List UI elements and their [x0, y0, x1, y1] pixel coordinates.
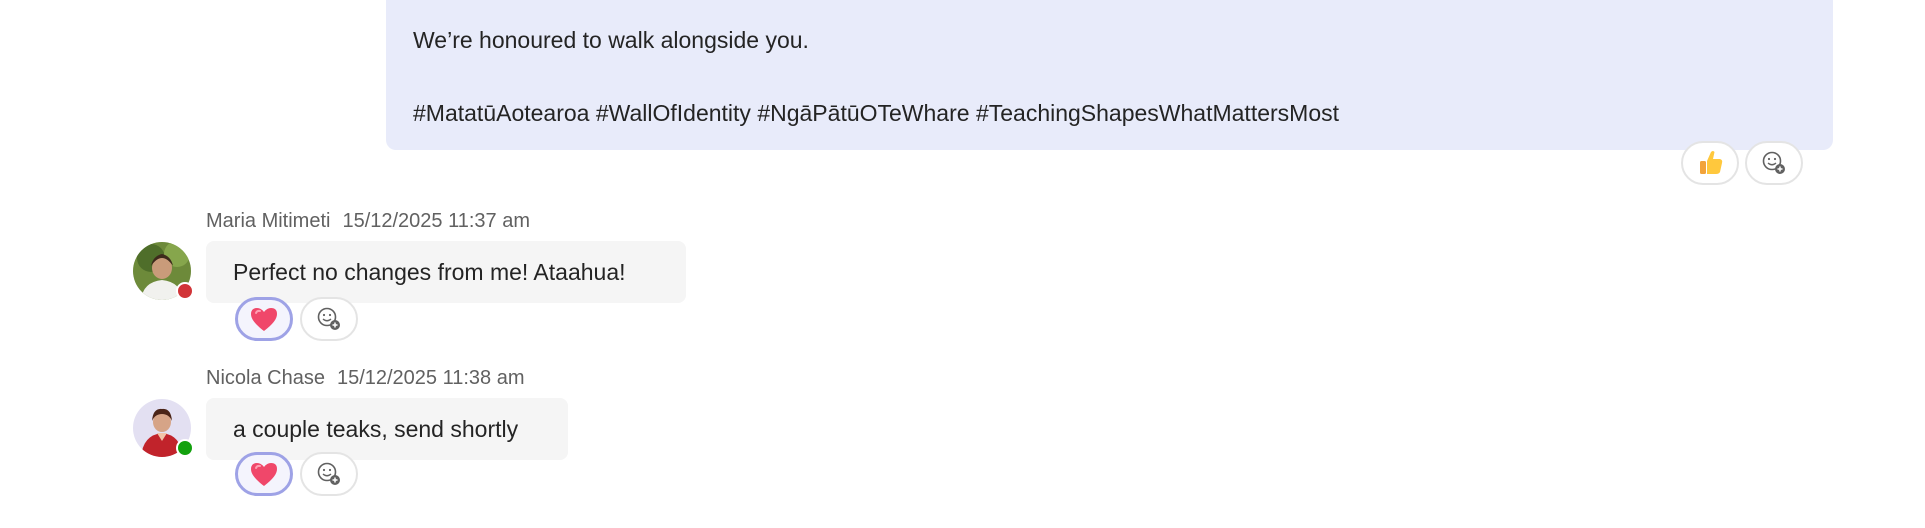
message-meta: Nicola Chase 15/12/2025 11:38 am [206, 367, 525, 390]
thumbs-up-reaction[interactable] [1681, 141, 1739, 185]
add-reaction-button[interactable] [1745, 141, 1803, 185]
presence-available-icon [176, 439, 194, 457]
heart-reaction[interactable] [235, 452, 293, 496]
message-meta: Maria Mitimeti 15/12/2025 11:37 am [206, 210, 530, 233]
message-text: a couple teaks, send shortly [233, 415, 519, 442]
heart-icon [251, 463, 277, 486]
heart-reaction[interactable] [235, 297, 293, 341]
add-reaction-button[interactable] [300, 297, 358, 341]
add-reaction-icon [317, 307, 340, 330]
heart-icon [251, 308, 277, 331]
message-timestamp: 15/12/2025 11:37 am [342, 210, 531, 232]
avatar-nicola-chase[interactable] [133, 399, 194, 457]
author-name: Nicola Chase [206, 367, 325, 389]
own-message-bubble [386, 0, 1833, 150]
own-message-line-1: We’re honoured to walk alongside you. [413, 27, 809, 53]
thumbs-up-icon [1700, 151, 1723, 174]
add-reaction-icon [1762, 151, 1785, 174]
author-name: Maria Mitimeti [206, 210, 331, 232]
add-reaction-button[interactable] [300, 452, 358, 496]
avatar-maria-mitimeti[interactable] [133, 242, 194, 300]
own-message-hashtags: #MatatūAotearoa #WallOfIdentity #NgāPātū… [413, 100, 1340, 126]
presence-busy-icon [176, 282, 194, 300]
message-bubble[interactable]: a couple teaks, send shortly [206, 398, 568, 460]
message-timestamp: 15/12/2025 11:38 am [336, 367, 525, 389]
message-text: Perfect no changes from me! Ataahua! [233, 258, 626, 285]
message-bubble[interactable]: Perfect no changes from me! Ataahua! [206, 241, 686, 303]
add-reaction-icon [317, 462, 340, 485]
